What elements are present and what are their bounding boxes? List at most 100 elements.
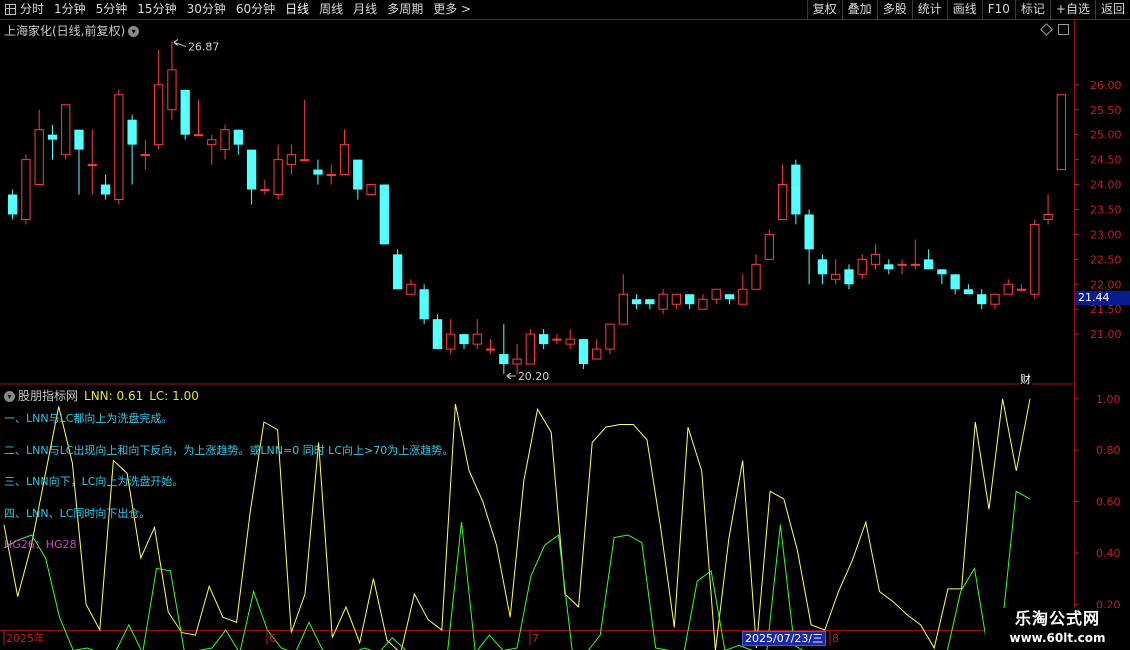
candle-body-down <box>392 254 403 290</box>
candle-body-up <box>339 144 350 176</box>
candle-body-down <box>685 294 695 305</box>
current-price-tag: 21.44 <box>1075 291 1130 305</box>
candle-body-up <box>1003 283 1013 295</box>
candle-body-up <box>592 348 602 360</box>
candle-body-up <box>1056 94 1067 171</box>
chevron-down-icon[interactable]: ▾ <box>128 26 140 37</box>
candle-body-up <box>831 273 841 280</box>
draw-line-button[interactable]: 画线 <box>946 0 982 19</box>
indicator-tick-label: 0.80 <box>1096 444 1121 457</box>
candle-body-up <box>61 104 71 156</box>
candle-body-up <box>525 333 536 365</box>
candle-body-up <box>857 258 867 275</box>
candle-body-down <box>499 354 509 365</box>
tab-30min[interactable]: 30分钟 <box>182 0 231 19</box>
candle-body-down <box>884 264 894 270</box>
price-tick-label: 22.00 <box>1090 278 1122 291</box>
indicator-title[interactable]: ▾ 股朋指标网 LNN: 0.61 LC: 1.00 <box>4 387 199 404</box>
grid-menu-icon[interactable] <box>5 4 16 15</box>
price-tick-label: 21.00 <box>1090 328 1122 341</box>
f10-button[interactable]: F10 <box>981 0 1015 19</box>
period-tabs: 分时 1分钟 5分钟 15分钟 30分钟 60分钟 日线 周线 月线 多周期 更… <box>0 0 476 19</box>
tab-15min[interactable]: 15分钟 <box>132 0 181 19</box>
price-tick-label: 26.00 <box>1090 79 1122 92</box>
time-tick-label: 2025年 <box>6 631 45 645</box>
candle-body-down <box>419 289 429 320</box>
candle-body-down <box>459 334 469 345</box>
candle-body-up <box>777 184 788 220</box>
chart-canvas[interactable]: 26.00 25.50 25.00 24.50 24.00 23.50 23.00 22.50… <box>0 20 1130 650</box>
indicator-lines <box>3 398 1031 650</box>
tab-intraday[interactable]: 分时 <box>0 0 49 19</box>
candle-body-up <box>34 129 44 186</box>
candle-body-down <box>791 164 801 215</box>
tab-multi-period[interactable]: 多周期 <box>382 0 428 19</box>
candle-body-down <box>817 259 828 275</box>
tab-more[interactable]: 更多 > <box>428 0 476 19</box>
candle-body-up <box>366 184 376 196</box>
lc-value: LC: 1.00 <box>149 389 199 403</box>
candle-body-down <box>353 159 363 190</box>
candle-body-up <box>273 159 283 196</box>
candle-body-up <box>870 253 881 265</box>
note-1: 一、LNN与LC都向上为洗盘完成。 <box>4 412 173 425</box>
candle-body-down <box>233 129 243 145</box>
candlestick-series <box>7 41 1067 375</box>
candle-body-down <box>937 269 947 275</box>
mark-button[interactable]: 标记 <box>1014 0 1050 19</box>
hg-note: HG26：HG28 <box>4 538 77 551</box>
finance-badge[interactable]: 财 <box>1019 371 1032 387</box>
candle-body-up <box>485 348 496 351</box>
note-3: 三、LNN向下，LC向上为洗盘开始。 <box>4 475 184 488</box>
candle-body-up <box>512 358 522 365</box>
watermark-title: 乐淘公式网 <box>1014 609 1100 628</box>
candle-body-up <box>910 263 920 266</box>
indicator-line-lc <box>3 490 1031 650</box>
add-watchlist-button[interactable]: +自选 <box>1049 0 1095 19</box>
tab-intraday-label: 分时 <box>20 2 45 16</box>
window-icon[interactable] <box>1058 24 1069 35</box>
candle-body-down <box>963 289 974 295</box>
rights-adjust-button[interactable]: 复权 <box>806 0 842 19</box>
watermark: 乐淘公式网 www.60lt.com <box>985 608 1130 650</box>
back-button[interactable]: 返回 <box>1094 0 1130 19</box>
price-tick-label: 25.00 <box>1090 129 1122 142</box>
chevron-down-icon[interactable]: ▾ <box>4 391 15 402</box>
candle-body-down <box>844 269 854 285</box>
candle-body-up <box>286 154 297 166</box>
candle-body-up <box>671 293 682 305</box>
note-2: 二、LNN与LC出现向上和向下反向，为上涨趋势。或LNN=0 同时 LC向上>7… <box>4 444 454 457</box>
tab-weekly[interactable]: 周线 <box>314 0 348 19</box>
candle-body-down <box>950 274 960 290</box>
candle-body-up <box>300 159 310 162</box>
low-price-label: 20.20 <box>518 370 550 383</box>
extreme-labels: 26.87 20.20 <box>173 39 550 383</box>
tab-1min[interactable]: 1分钟 <box>49 0 91 19</box>
indicator-tick-label: 0.60 <box>1096 496 1121 509</box>
candle-body-up <box>207 139 217 146</box>
candle-body-down <box>645 299 655 305</box>
tab-daily[interactable]: 日线 <box>280 0 314 19</box>
candle-body-up <box>326 174 336 177</box>
candle-body-down <box>379 184 389 245</box>
main-chart-title[interactable]: 上海家化(日线,前复权) ▾ <box>4 22 140 39</box>
candle-body-down <box>977 294 987 305</box>
indicator-tick-label: 1.00 <box>1096 393 1121 406</box>
candle-body-up <box>87 164 97 167</box>
candle-body-up <box>1030 223 1040 295</box>
lnn-value: LNN: 0.61 <box>84 389 144 403</box>
candle-body-up <box>658 293 668 310</box>
overlay-button[interactable]: 叠加 <box>841 0 877 19</box>
indicator-name: 股朋指标网 <box>18 389 79 403</box>
tab-monthly[interactable]: 月线 <box>348 0 382 19</box>
candle-body-up <box>154 84 164 146</box>
statistics-button[interactable]: 统计 <box>911 0 947 19</box>
candle-body-up <box>140 154 151 157</box>
tab-60min[interactable]: 60分钟 <box>231 0 280 19</box>
time-tick-label: 7 <box>532 632 539 645</box>
tab-5min[interactable]: 5分钟 <box>91 0 133 19</box>
candle-body-up <box>21 159 31 220</box>
multi-stock-button[interactable]: 多股 <box>876 0 912 19</box>
candle-body-up <box>472 333 482 345</box>
candle-body-up <box>605 323 615 350</box>
